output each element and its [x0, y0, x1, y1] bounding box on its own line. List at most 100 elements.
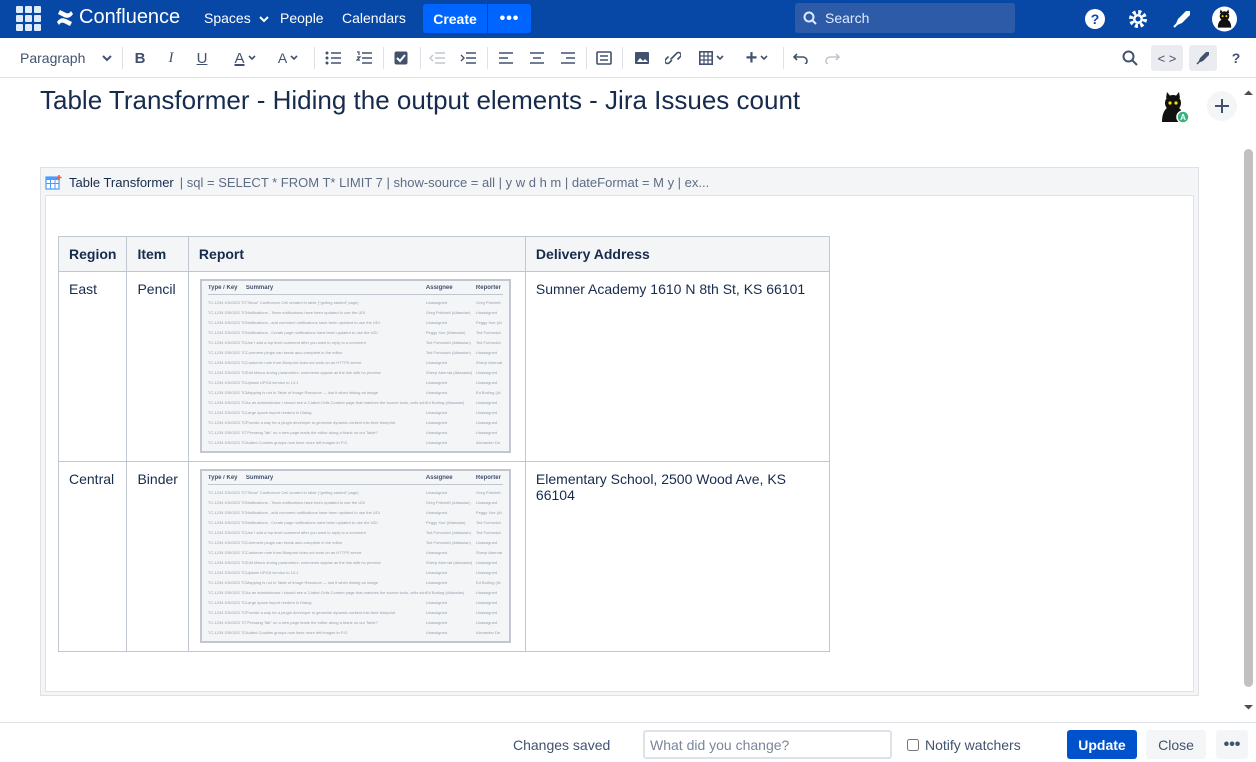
undo-icon[interactable] — [792, 49, 810, 67]
report-image-cell: Update UPGA version to 13.1 — [245, 569, 299, 575]
rocket-plugin-icon[interactable] — [1189, 45, 1217, 71]
more-formatting-icon[interactable]: A — [272, 49, 304, 67]
align-right-icon[interactable] — [559, 49, 577, 67]
task-checkbox-icon[interactable] — [392, 49, 410, 67]
scrollbar-thumb[interactable] — [1244, 149, 1253, 687]
report-image-row: TC-1234 DS/ODS TC-0444"Pressing Tab" on … — [208, 617, 503, 627]
cell-delivery-address[interactable]: Sumner Academy 1610 N 8th St, KS 66101 — [524, 271, 830, 462]
search-box[interactable]: Search — [795, 3, 1015, 33]
report-image-cell: TC-1234 DS/ODS TC-0227 — [207, 509, 246, 515]
cell-region[interactable]: East — [57, 271, 128, 462]
report-image-row: TC-1234 DS/ODS TC-0147Customer note from… — [208, 357, 503, 367]
report-image-row: TC-1234 DS/ODS TC-0416Added Cookies grou… — [208, 437, 503, 447]
nav-spaces[interactable]: Spaces — [204, 10, 269, 26]
macro-header[interactable]: Table Transformer | sql = SELECT * FROM … — [45, 172, 709, 192]
report-image-row: TC-1234 DS/ODS TC-0243Mapping is not in … — [208, 387, 503, 397]
report-image-cell: Unassigned — [425, 379, 448, 385]
report-image-cell: Unassigned — [475, 569, 498, 575]
report-image-cell: TC-1234 DS/ODS TC-0231 — [207, 489, 246, 495]
cell-item[interactable]: Binder — [126, 461, 189, 652]
notify-watchers-checkbox[interactable] — [907, 739, 919, 751]
report-image-cell: Unassigned — [425, 359, 448, 365]
app-switcher-icon[interactable] — [16, 6, 41, 31]
change-comment-input[interactable] — [643, 730, 892, 759]
bold-icon[interactable]: B — [131, 49, 149, 67]
report-image-cell: TC-1234 DS/ODS TC-0242 — [207, 569, 246, 575]
align-left-icon[interactable] — [497, 49, 515, 67]
report-screenshot-image[interactable]: Type / Key Summary Assignee Reporter TC-1234… — [199, 279, 511, 453]
report-image-cell: Large space import renders in Dialog — [245, 409, 312, 415]
redo-icon[interactable] — [823, 49, 841, 67]
report-image-cell: Notifications - Team notifications have … — [245, 499, 366, 505]
cell-report[interactable]: Type / Key Summary Assignee Reporter TC-1234… — [187, 271, 526, 462]
cell-report[interactable]: Type / Key Summary Assignee Reporter TC-1234… — [187, 461, 526, 652]
cell-delivery-address[interactable]: Elementary School, 2500 Wood Ave, KS 661… — [524, 461, 830, 652]
report-image-cell: TC-1234 DS/ODS TC-0447 — [207, 609, 246, 615]
bullet-list-icon[interactable] — [324, 49, 342, 67]
page-title[interactable]: Table Transformer - Hiding the output el… — [40, 85, 800, 116]
report-image-cell: TC-1234 DS/ODS TC-0222 — [207, 529, 246, 535]
text-color-icon[interactable]: A — [229, 49, 261, 67]
report-image-cell: Unassigned — [425, 569, 448, 575]
outdent-icon[interactable] — [428, 49, 446, 67]
report-image-cell: Update UPGA version to 13.1 — [245, 379, 299, 385]
notifications-rocket-icon[interactable] — [1169, 6, 1194, 31]
user-avatar[interactable] — [1212, 6, 1237, 31]
align-center-icon[interactable] — [528, 49, 546, 67]
report-image-row: TC-1234 DS/ODS TC-0220Notifications - Cr… — [208, 517, 503, 527]
source-editor-icon[interactable]: < > — [1151, 45, 1183, 71]
numbered-list-icon[interactable] — [355, 49, 373, 67]
report-image-cell: Unassigned — [475, 559, 498, 565]
column-header-delivery-address[interactable]: Delivery Address — [524, 236, 830, 272]
report-image-cell: "Pressing Tab" on a new page leads the e… — [245, 429, 378, 435]
report-image-row: TC-1234 DS/ODS TC-0222Use I add a top le… — [208, 527, 503, 537]
report-image-row: TC-1234 DS/ODS TC-0444"Pressing Tab" on … — [208, 427, 503, 437]
italic-icon[interactable]: I — [162, 49, 180, 67]
table-icon[interactable] — [695, 49, 727, 67]
create-button[interactable]: Create — [423, 4, 487, 33]
report-image-row: TC-1234 DS/ODS TC-0243Mapping is not in … — [208, 577, 503, 587]
close-button[interactable]: Close — [1146, 730, 1206, 759]
report-image-cell: Peggy Xue (At — [475, 319, 502, 325]
table-transformer-macro[interactable]: Table Transformer | sql = SELECT * FROM … — [40, 167, 1199, 696]
cell-region[interactable]: Central — [57, 461, 128, 652]
confluence-logo[interactable]: Confluence — [55, 6, 180, 29]
update-button[interactable]: Update — [1067, 730, 1137, 759]
report-image-cell: Unassigned — [425, 609, 448, 615]
indent-icon[interactable] — [459, 49, 477, 67]
nav-people[interactable]: People — [280, 10, 324, 26]
settings-gear-icon[interactable] — [1125, 6, 1150, 31]
find-replace-search-icon[interactable] — [1121, 49, 1139, 67]
report-image-cell: Mapping is not in Table of Image Resourc… — [245, 579, 378, 585]
nav-calendars[interactable]: Calendars — [342, 10, 406, 26]
report-image-row: TC-1234 DS/ODS TC-0221Notifications - Te… — [208, 307, 503, 317]
column-header-report[interactable]: Report — [187, 236, 526, 272]
underline-icon[interactable]: U — [193, 49, 211, 67]
editor-scrollbar[interactable] — [1241, 86, 1256, 716]
editor-help-icon[interactable]: ? — [1227, 49, 1245, 67]
search-icon — [803, 11, 817, 25]
create-more-button[interactable]: ••• — [488, 4, 531, 33]
report-image-cell: Notifications - add comment notification… — [245, 509, 380, 515]
notify-watchers[interactable]: Notify watchers — [907, 737, 1021, 753]
report-image-cell: Unassigned — [475, 429, 498, 435]
report-image-cell: Ted Fortowich (Atlassian) — [425, 529, 471, 535]
help-icon[interactable]: ? — [1082, 6, 1107, 31]
insert-more-icon[interactable]: + — [740, 47, 774, 69]
image-icon[interactable] — [633, 49, 651, 67]
report-screenshot-image[interactable]: Type / Key Summary Assignee Reporter TC-1234… — [199, 469, 511, 643]
nav-spaces-label: Spaces — [204, 10, 251, 26]
report-image-row: TC-1234 DS/ODS TC-0220Notifications - Cr… — [208, 327, 503, 337]
report-image-cell: Unassigned — [425, 599, 448, 605]
report-image-cell: Comment plugin can break auto-complete i… — [245, 539, 343, 545]
report-image-cell: Unassigned — [425, 579, 448, 585]
link-icon[interactable] — [664, 49, 682, 67]
cell-item[interactable]: Pencil — [126, 271, 189, 462]
column-header-region[interactable]: Region — [57, 236, 128, 272]
collaborator-avatar[interactable]: A — [1158, 90, 1190, 124]
paragraph-style-select[interactable]: Paragraph — [20, 49, 112, 67]
page-layout-icon[interactable] — [595, 49, 613, 67]
more-actions-button[interactable]: ••• — [1216, 730, 1248, 759]
column-header-item[interactable]: Item — [126, 236, 189, 272]
add-collaborator-button[interactable] — [1207, 91, 1237, 121]
